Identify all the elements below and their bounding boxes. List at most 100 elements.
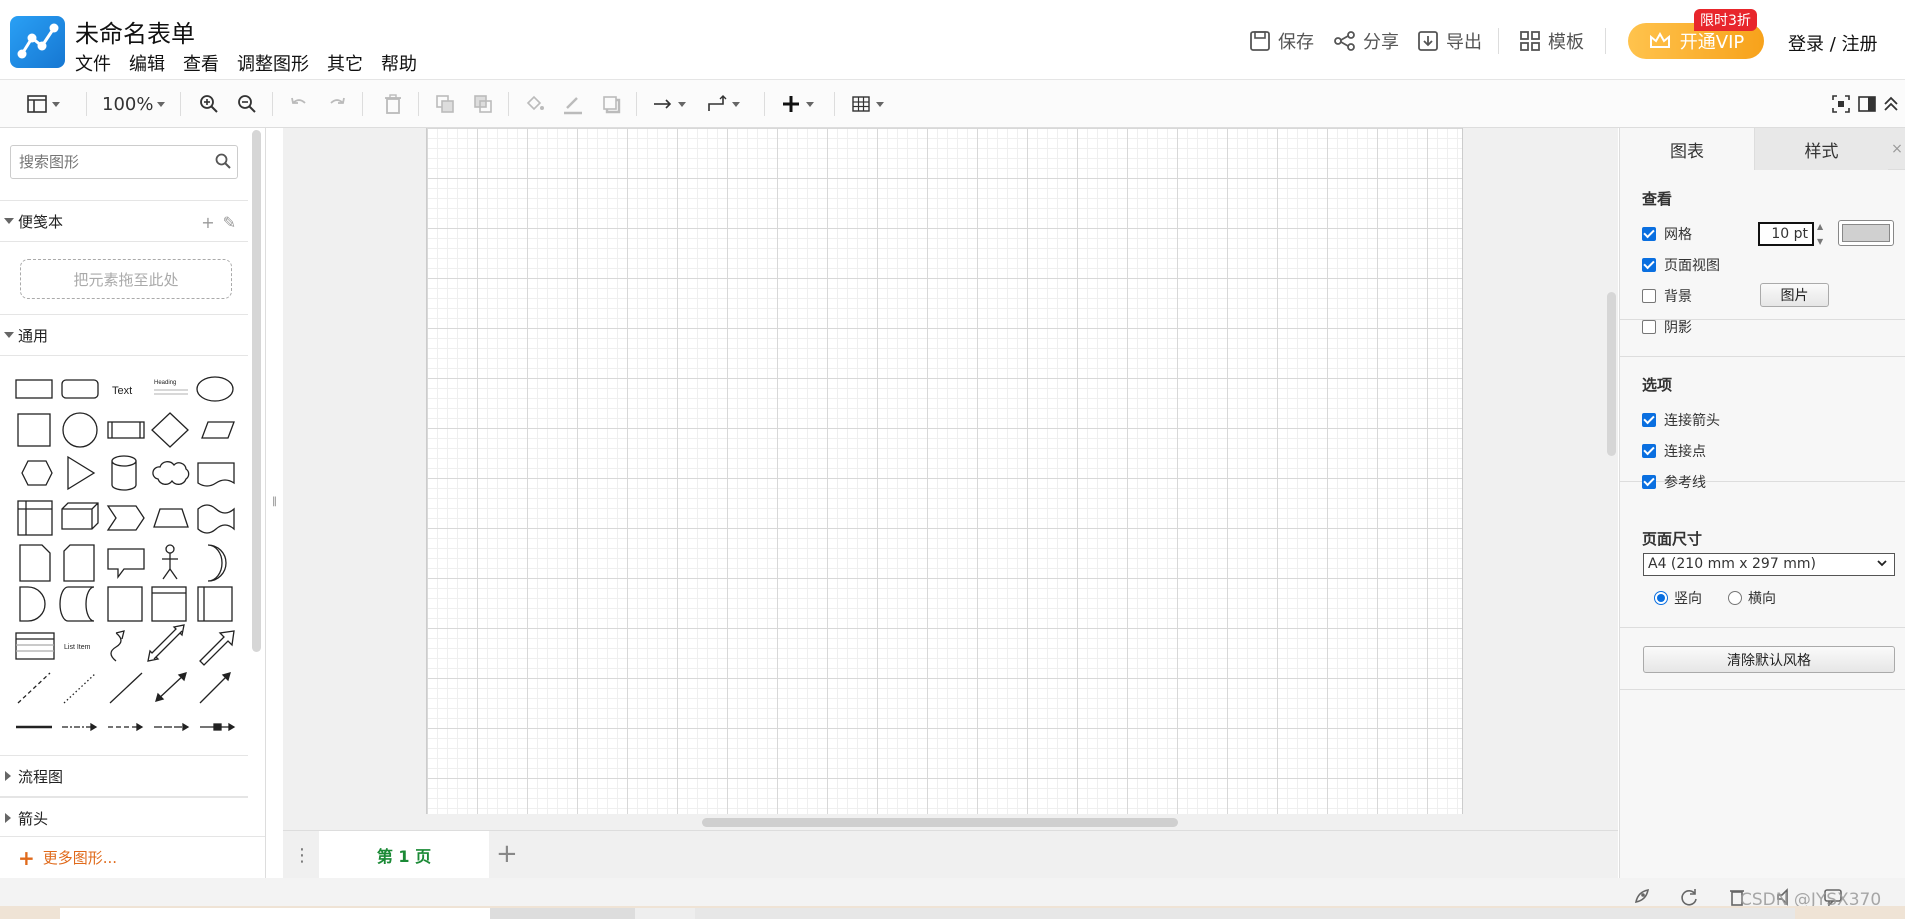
waypoints-select[interactable] — [706, 92, 740, 116]
chevron-down-icon[interactable]: ▼ — [1817, 237, 1829, 246]
fullscreen-button[interactable] — [1830, 92, 1852, 116]
shadow-option[interactable]: 阴影 — [1642, 317, 1692, 337]
login-register-link[interactable]: 登录 / 注册 — [1788, 30, 1878, 56]
grid-color-picker[interactable] — [1838, 220, 1894, 246]
clear-default-style-button[interactable]: 清除默认风格 — [1643, 646, 1895, 673]
connection-arrows-checkbox[interactable] — [1642, 413, 1656, 427]
fill-color-button[interactable] — [524, 92, 546, 116]
shape-palette[interactable]: Text Heading List Item — [12, 369, 242, 749]
delete-button[interactable] — [382, 92, 404, 116]
shape-dotted-line — [63, 672, 97, 704]
background-image-button[interactable]: 图片 — [1760, 283, 1829, 307]
shape-dashed-line — [17, 672, 51, 704]
save-button[interactable]: 保存 — [1248, 28, 1314, 54]
undo-icon — [291, 97, 306, 104]
shape-list-item: List Item — [64, 644, 91, 651]
share-button[interactable]: 分享 — [1333, 28, 1399, 54]
trash-icon — [385, 94, 401, 114]
shadow-button[interactable] — [600, 92, 622, 116]
diagram-page-grid[interactable] — [426, 128, 1463, 814]
edit-icon[interactable]: ✎ — [223, 213, 236, 232]
arrows-section-header[interactable]: 箭头 — [0, 797, 248, 839]
guides-checkbox[interactable] — [1642, 475, 1656, 489]
zoom-out-button[interactable] — [236, 92, 258, 116]
table-button[interactable] — [850, 92, 884, 116]
landscape-radio[interactable] — [1728, 591, 1742, 605]
canvas-vertical-scrollbar[interactable] — [1607, 292, 1616, 456]
canvas-horizontal-scrollbar[interactable] — [702, 818, 1178, 827]
connection-points-checkbox[interactable] — [1642, 444, 1656, 458]
search-shapes-input[interactable] — [10, 145, 238, 179]
diagram-canvas[interactable] — [283, 128, 1618, 830]
add-icon[interactable]: + — [201, 213, 214, 232]
save-icon — [1250, 31, 1270, 51]
zoom-in-button[interactable] — [198, 92, 220, 116]
taskbar-item — [635, 908, 695, 919]
page-menu-icon[interactable]: ⋮ — [293, 845, 311, 866]
shape-delay — [19, 586, 46, 622]
bring-front-icon — [436, 95, 454, 113]
splitter-handle[interactable]: ‖ — [272, 496, 277, 507]
zoom-select[interactable]: 100% — [102, 92, 166, 116]
portrait-radio[interactable] — [1654, 591, 1668, 605]
scratchpad-section-header[interactable]: 便笺本 + ✎ — [0, 200, 248, 242]
grid-option[interactable]: 网格 — [1642, 224, 1692, 244]
tab-page-1[interactable]: 第 1 页 — [319, 831, 489, 879]
more-shapes-button[interactable]: + 更多图形... — [0, 836, 265, 878]
table-icon — [852, 96, 870, 112]
undo-button[interactable] — [288, 92, 310, 116]
toggle-panel-button[interactable] — [1856, 92, 1878, 116]
add-page-button[interactable]: + — [496, 839, 518, 869]
sidebar-icon — [1858, 96, 1876, 112]
connection-points-option[interactable]: 连接点 — [1642, 441, 1706, 461]
tab-style[interactable]: 样式 — [1754, 128, 1888, 170]
line-color-button[interactable] — [562, 92, 584, 116]
flowchart-section-header[interactable]: 流程图 — [0, 755, 248, 797]
grid-size-stepper[interactable]: ▲ ▼ — [1817, 222, 1829, 246]
format-panel-toggle[interactable] — [26, 92, 60, 116]
menu-view[interactable]: 查看 — [183, 50, 219, 76]
background-checkbox[interactable] — [1642, 289, 1656, 303]
menu-extras[interactable]: 其它 — [327, 50, 363, 76]
page-view-checkbox[interactable] — [1642, 258, 1656, 272]
menu-arrange[interactable]: 调整图形 — [237, 50, 309, 76]
shape-rectangle — [15, 379, 53, 399]
scratchpad-dropzone[interactable]: 把元素拖至此处 — [20, 259, 232, 299]
shape-cloud — [152, 461, 190, 485]
general-section-header[interactable]: 通用 — [0, 314, 248, 356]
menu-help[interactable]: 帮助 — [381, 50, 417, 76]
menu-file[interactable]: 文件 — [75, 50, 111, 76]
arrow-right-icon — [654, 99, 672, 109]
chevron-up-icon[interactable]: ▲ — [1817, 222, 1829, 231]
rocket-icon[interactable] — [1630, 886, 1652, 908]
menu-edit[interactable]: 编辑 — [129, 50, 165, 76]
close-icon[interactable]: × — [1888, 128, 1905, 169]
shadow-checkbox[interactable] — [1642, 320, 1656, 334]
connection-arrows-option[interactable]: 连接箭头 — [1642, 410, 1720, 430]
shape-card — [63, 544, 95, 582]
tab-diagram[interactable]: 图表 — [1620, 128, 1754, 170]
redo-button[interactable] — [326, 92, 348, 116]
elbow-connector-icon — [708, 95, 727, 111]
chevron-down-icon — [732, 101, 740, 107]
insert-button[interactable] — [780, 92, 814, 116]
sidebar-scrollbar[interactable] — [252, 130, 261, 652]
templates-button[interactable]: 模板 — [1518, 28, 1584, 54]
background-option[interactable]: 背景 — [1642, 286, 1692, 306]
grid-checkbox[interactable] — [1642, 227, 1656, 241]
app-logo[interactable] — [10, 16, 65, 68]
to-front-button[interactable] — [434, 92, 456, 116]
grid-size-input[interactable]: 10 pt — [1758, 222, 1814, 246]
shape-callout — [107, 548, 145, 579]
document-title[interactable]: 未命名表单 — [75, 14, 195, 49]
page-view-option[interactable]: 页面视图 — [1642, 255, 1720, 275]
search-icon[interactable] — [214, 152, 232, 170]
page-size-select[interactable]: A4 (210 mm x 297 mm) — [1643, 553, 1895, 576]
to-back-button[interactable] — [472, 92, 494, 116]
connection-style-select[interactable] — [652, 92, 686, 116]
collapse-toolbar-button[interactable] — [1880, 92, 1902, 116]
refresh-icon[interactable] — [1678, 886, 1700, 908]
toolbar-divider — [362, 92, 363, 116]
guides-option[interactable]: 参考线 — [1642, 472, 1706, 492]
export-button[interactable]: 导出 — [1416, 28, 1482, 54]
